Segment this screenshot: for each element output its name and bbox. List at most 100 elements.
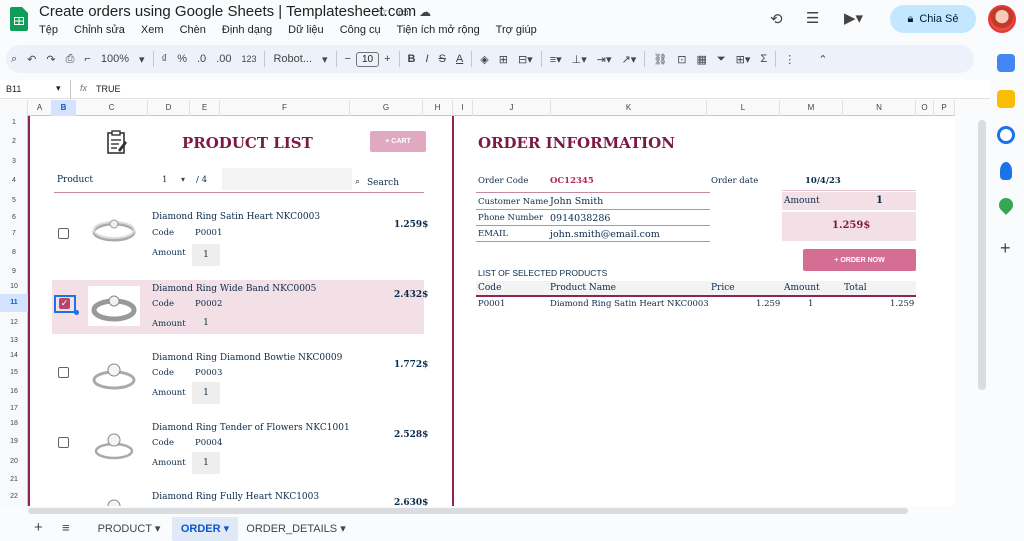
row-header[interactable]: 9 xyxy=(0,264,28,280)
strikethrough-icon[interactable]: S xyxy=(439,53,446,65)
column-header[interactable]: M xyxy=(780,100,843,116)
product-checkbox[interactable] xyxy=(58,437,69,448)
menu-extensions[interactable]: Tiện ích mở rộng xyxy=(397,24,480,36)
column-header[interactable]: F xyxy=(220,100,350,116)
borders-icon[interactable]: ⊞ xyxy=(499,53,508,66)
menu-insert[interactable]: Chèn xyxy=(180,24,206,36)
menu-edit[interactable]: Chỉnh sửa xyxy=(74,24,125,36)
font-size-decrease[interactable]: − xyxy=(345,53,351,65)
text-rotation-icon[interactable]: ↗▾ xyxy=(622,53,637,66)
folder-icon[interactable]: ▭ xyxy=(398,5,409,19)
column-header[interactable]: G xyxy=(350,100,423,116)
add-to-cart-button[interactable]: + CART xyxy=(370,131,426,152)
comment-icon[interactable]: ☰ xyxy=(806,9,819,27)
row-header[interactable]: 1 xyxy=(0,116,28,130)
fill-handle[interactable] xyxy=(74,310,79,315)
column-header[interactable]: H xyxy=(423,100,453,116)
amount-input[interactable]: 1 xyxy=(192,312,220,334)
bold-icon[interactable]: B xyxy=(408,53,416,65)
row-header[interactable]: 10 xyxy=(0,280,28,294)
more-formats-button[interactable]: 123 xyxy=(241,54,256,64)
filter-views-icon[interactable]: ⊞▾ xyxy=(736,53,751,66)
collapse-toolbar-icon[interactable]: ⌃ xyxy=(818,53,827,66)
column-header[interactable]: E xyxy=(190,100,220,116)
row-header[interactable]: 18 xyxy=(0,416,28,432)
text-wrap-icon[interactable]: ⇥▾ xyxy=(597,53,612,66)
menu-file[interactable]: Tệp xyxy=(39,24,58,36)
document-title[interactable]: Create orders using Google Sheets | Temp… xyxy=(39,3,416,20)
row-header[interactable]: 4 xyxy=(0,170,28,192)
customer-name-value[interactable]: John Smith xyxy=(550,196,603,207)
star-icon[interactable]: ☆ xyxy=(377,5,388,19)
horizontal-align-icon[interactable]: ≡▾ xyxy=(550,53,562,66)
menu-format[interactable]: Định dạng xyxy=(222,24,272,36)
tab-order-details[interactable]: ORDER_DETAILS ▾ xyxy=(240,517,352,541)
menu-help[interactable]: Trợ giúp xyxy=(496,24,537,36)
row-header[interactable]: 11 xyxy=(0,294,28,312)
keep-icon[interactable] xyxy=(997,90,1015,108)
font-size-input[interactable]: 10 xyxy=(355,51,380,67)
product-checkbox[interactable] xyxy=(58,228,69,239)
text-color-icon[interactable]: A xyxy=(456,53,463,65)
row-header[interactable]: 16 xyxy=(0,382,28,402)
row-header[interactable]: 21 xyxy=(0,472,28,488)
search-input[interactable] xyxy=(222,168,352,190)
insert-chart-icon[interactable]: ▦ xyxy=(696,53,706,66)
row-header[interactable]: 7 xyxy=(0,226,28,242)
menu-data[interactable]: Dữ liệu xyxy=(288,24,324,36)
column-header[interactable]: D xyxy=(148,100,190,116)
row-header[interactable]: 19 xyxy=(0,432,28,452)
menu-view[interactable]: Xem xyxy=(141,24,164,36)
product-checkbox-checked[interactable]: ✓ xyxy=(59,298,70,309)
row-header[interactable]: 15 xyxy=(0,364,28,382)
email-value[interactable]: john.smith@email.com xyxy=(550,229,660,240)
amount-input[interactable]: 1 xyxy=(192,452,220,474)
print-icon[interactable]: ⎙ xyxy=(66,53,75,66)
insert-comment-icon[interactable]: ⊡ xyxy=(677,53,686,66)
column-header[interactable]: B xyxy=(52,100,76,116)
add-addon-icon[interactable]: + xyxy=(1000,238,1011,258)
functions-icon[interactable]: Σ xyxy=(760,53,767,65)
column-header[interactable]: K xyxy=(551,100,707,116)
order-date-value[interactable]: 10/4/23 xyxy=(805,176,841,186)
more-icon[interactable]: ⋮ xyxy=(784,53,795,66)
row-header[interactable]: 20 xyxy=(0,452,28,472)
add-sheet-icon[interactable]: + xyxy=(34,519,43,536)
product-checkbox[interactable] xyxy=(58,367,69,378)
search-menus-icon[interactable]: ⌕ xyxy=(11,53,17,66)
fill-color-icon[interactable]: ◈ xyxy=(480,53,488,66)
redo-icon[interactable]: ↷ xyxy=(46,53,55,66)
font-size-increase[interactable]: + xyxy=(384,53,390,65)
chevron-down-icon[interactable]: ▾ xyxy=(181,175,185,184)
search-icon[interactable]: ⌕ xyxy=(355,176,360,187)
horizontal-scrollbar[interactable] xyxy=(28,508,908,514)
column-header[interactable]: O xyxy=(916,100,934,116)
meet-icon[interactable]: ▶▾ xyxy=(844,9,863,27)
row-header[interactable]: 6 xyxy=(0,210,28,226)
row-header[interactable]: 17 xyxy=(0,402,28,416)
filter-icon[interactable]: ⏷ xyxy=(717,53,726,66)
order-code-value[interactable]: OC12345 xyxy=(550,176,594,186)
name-box[interactable]: B11 xyxy=(6,84,21,94)
page-current[interactable]: 1 xyxy=(162,175,167,185)
phone-value[interactable]: 0914038286 xyxy=(550,213,610,224)
percent-button[interactable]: % xyxy=(177,53,187,65)
maps-icon[interactable] xyxy=(996,195,1016,215)
select-all-corner[interactable] xyxy=(0,100,28,116)
all-sheets-icon[interactable]: ≡ xyxy=(62,520,70,535)
row-header[interactable]: 2 xyxy=(0,130,28,154)
tab-order[interactable]: ORDER ▾ xyxy=(172,517,238,541)
calendar-icon[interactable] xyxy=(997,54,1015,72)
zoom-select[interactable]: 100% xyxy=(101,53,129,65)
tab-product[interactable]: PRODUCT ▾ xyxy=(90,517,168,541)
vertical-align-icon[interactable]: ⊥▾ xyxy=(572,53,587,66)
contacts-icon[interactable] xyxy=(1000,162,1012,180)
vertical-scrollbar[interactable] xyxy=(978,120,986,390)
amount-input[interactable]: 1 xyxy=(192,382,220,404)
currency-icon[interactable]: ₫ xyxy=(162,53,168,65)
search-label[interactable]: Search xyxy=(367,178,399,188)
menu-tools[interactable]: Công cụ xyxy=(340,24,381,36)
row-header[interactable]: 13 xyxy=(0,334,28,348)
increase-decimal-button[interactable]: .00 xyxy=(216,53,231,65)
sheets-logo-icon[interactable] xyxy=(10,7,28,31)
